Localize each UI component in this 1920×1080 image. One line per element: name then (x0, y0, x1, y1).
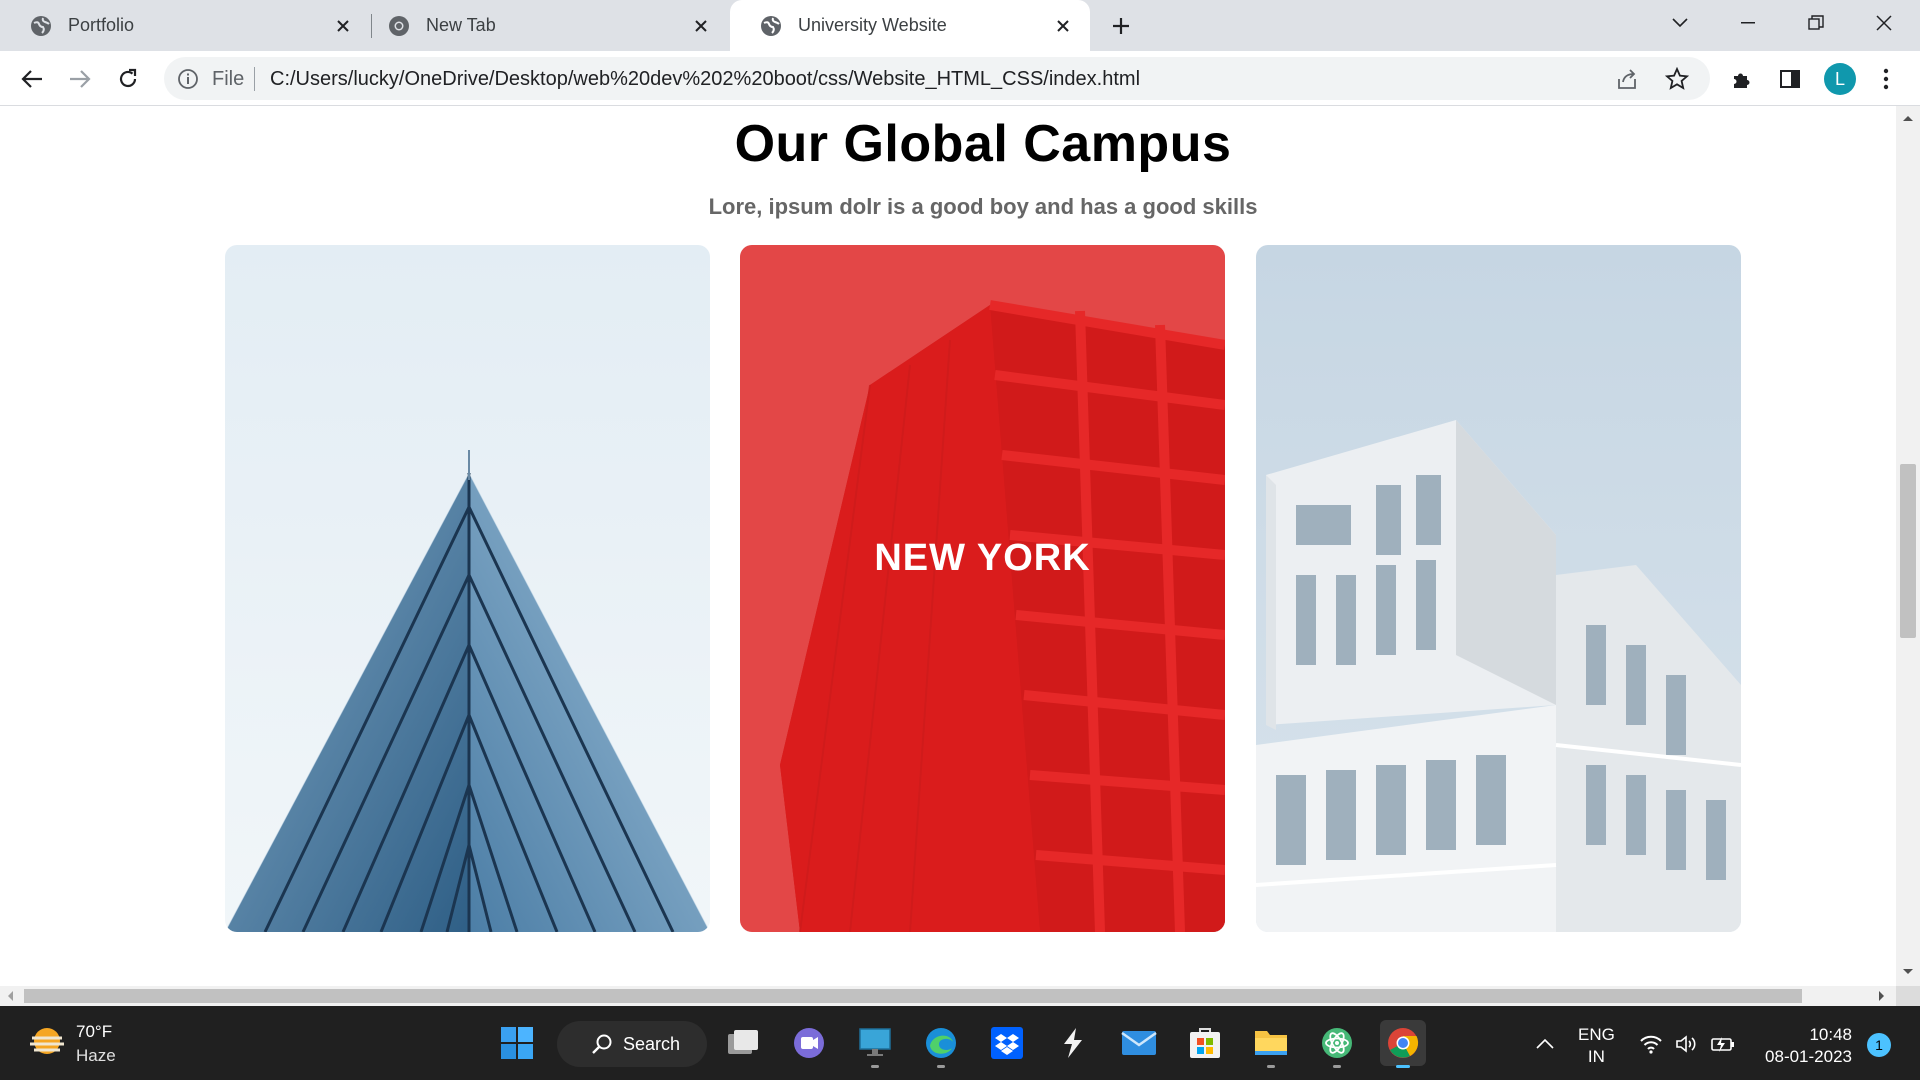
wifi-icon[interactable] (1638, 1031, 1664, 1057)
search-label: Search (623, 1033, 681, 1054)
volume-icon[interactable] (1674, 1031, 1700, 1057)
taskbar-search-button[interactable]: Search (557, 1021, 707, 1067)
scroll-up-arrow-icon[interactable] (1902, 114, 1914, 122)
show-hidden-icons-chevron-icon[interactable] (1532, 1031, 1558, 1057)
running-indicator (1267, 1065, 1275, 1068)
side-panel-icon[interactable] (1774, 63, 1806, 95)
weather-temperature[interactable]: 70°F (76, 1022, 112, 1042)
scroll-left-arrow-icon[interactable] (6, 990, 14, 1002)
campus-card-2[interactable]: NEW YORK (740, 245, 1225, 932)
running-indicator (1396, 1065, 1410, 1068)
page-subtitle: Lore, ipsum dolr is a good boy and has a… (708, 194, 1258, 219)
weather-condition[interactable]: Haze (76, 1046, 116, 1066)
teams-chat-icon[interactable] (786, 1020, 832, 1066)
running-indicator (937, 1065, 945, 1068)
edge-browser-icon[interactable] (918, 1020, 964, 1068)
system-clock[interactable]: 10:48 08-01-2023 (1756, 1024, 1852, 1068)
forward-arrow-icon[interactable] (64, 63, 96, 95)
sublime-bolt-icon[interactable] (1050, 1020, 1096, 1066)
restore-icon[interactable] (1796, 8, 1836, 38)
site-info-icon[interactable] (176, 67, 200, 91)
clock-time: 10:48 (1809, 1025, 1852, 1044)
mail-icon[interactable] (1116, 1020, 1162, 1066)
campus-card-1[interactable] (225, 245, 710, 932)
region-code: IN (1587, 1047, 1605, 1066)
tab-title: Portfolio (68, 15, 135, 35)
tab-university-website[interactable]: University Website (730, 0, 1090, 51)
address-divider (254, 67, 255, 91)
language-code: ENG (1578, 1025, 1615, 1044)
close-tab-icon[interactable] (688, 13, 714, 39)
campus-card-3[interactable] (1256, 245, 1741, 932)
vertical-scrollbar[interactable] (1896, 106, 1920, 986)
campus-image-white-building (1256, 245, 1741, 932)
language-indicator[interactable]: ENG IN (1578, 1024, 1615, 1068)
tab-search-chevron-icon[interactable] (1660, 8, 1700, 38)
tab-title: University Website (798, 15, 947, 35)
scrollbar-corner (1896, 986, 1920, 1006)
vertical-scroll-thumb[interactable] (1900, 464, 1916, 638)
search-icon (592, 1034, 612, 1054)
horizontal-scroll-thumb[interactable] (24, 989, 1802, 1003)
globe-icon (30, 15, 52, 37)
close-tab-icon[interactable] (330, 13, 356, 39)
card-caption-new-york: NEW YORK (874, 537, 1091, 579)
browser-toolbar: File C:/Users/lucky/OneDrive/Desktop/web… (0, 51, 1920, 106)
running-indicator (1333, 1065, 1341, 1068)
share-icon[interactable] (1614, 66, 1640, 92)
file-explorer-icon[interactable] (1248, 1020, 1294, 1068)
scroll-right-arrow-icon[interactable] (1878, 990, 1886, 1002)
running-indicator (871, 1065, 879, 1068)
back-arrow-icon[interactable] (16, 63, 48, 95)
battery-charging-icon[interactable] (1710, 1031, 1736, 1057)
minimize-icon[interactable] (1728, 8, 1768, 38)
bookmark-star-icon[interactable] (1664, 66, 1690, 92)
reload-icon[interactable] (112, 63, 144, 95)
tab-strip: Portfolio New Tab University Website (0, 0, 1920, 51)
dropbox-icon[interactable] (984, 1020, 1030, 1066)
page-viewport: Our Global Campus Lore, ipsum dolr is a … (0, 106, 1896, 986)
card-red-overlay (740, 245, 1225, 932)
extensions-puzzle-icon[interactable] (1726, 63, 1758, 95)
scroll-down-arrow-icon[interactable] (1902, 968, 1914, 976)
tab-title: New Tab (426, 15, 496, 35)
profile-avatar[interactable]: L (1824, 63, 1856, 95)
url-text[interactable]: C:/Users/lucky/OneDrive/Desktop/web%20de… (270, 68, 1140, 91)
microsoft-store-icon[interactable] (1182, 1020, 1228, 1066)
url-scheme: File (212, 68, 245, 90)
chrome-browser-icon[interactable] (1380, 1020, 1426, 1068)
task-view-icon[interactable] (720, 1020, 766, 1066)
tab-new-tab[interactable]: New Tab (358, 0, 728, 51)
windows-start-icon[interactable] (494, 1020, 540, 1066)
close-window-icon[interactable] (1864, 8, 1904, 38)
kebab-menu-icon[interactable] (1870, 63, 1902, 95)
clock-date: 08-01-2023 (1765, 1047, 1852, 1066)
notification-badge[interactable]: 1 (1867, 1033, 1891, 1057)
globe-icon (760, 15, 782, 37)
horizontal-scrollbar[interactable] (0, 986, 1896, 1006)
windows-taskbar: 70°F Haze Search ENG IN 10:48 08-01-2023… (0, 1006, 1920, 1080)
new-tab-plus-icon[interactable] (1106, 11, 1136, 41)
campus-image-glass-pyramid (225, 245, 710, 932)
chrome-icon (388, 15, 410, 37)
haze-weather-icon[interactable] (28, 1024, 66, 1062)
page-title: Our Global Campus (734, 115, 1232, 173)
atom-editor-icon[interactable] (1314, 1020, 1360, 1068)
close-tab-icon[interactable] (1050, 13, 1076, 39)
tab-portfolio[interactable]: Portfolio (0, 0, 370, 51)
desktop-monitor-icon[interactable] (852, 1020, 898, 1068)
address-bar[interactable]: File C:/Users/lucky/OneDrive/Desktop/web… (164, 57, 1710, 100)
